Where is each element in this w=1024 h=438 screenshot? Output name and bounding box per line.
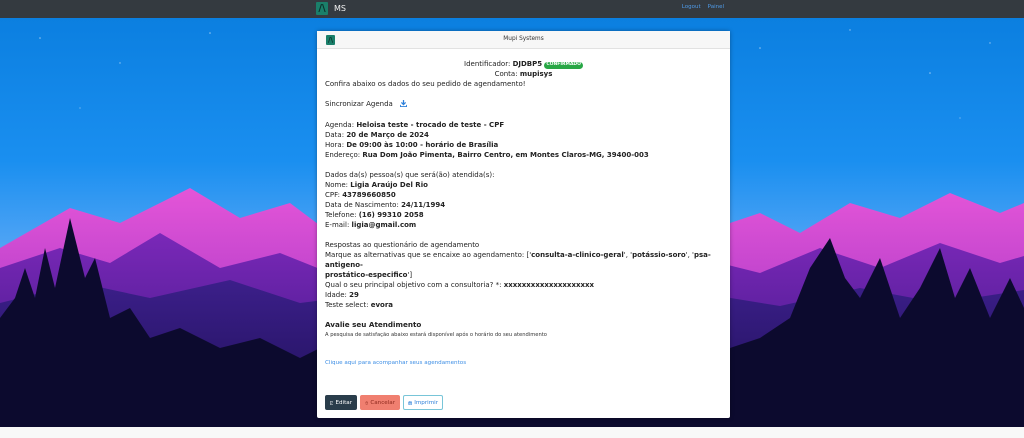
nascimento-value: 24/11/1994 [401, 201, 446, 209]
cancel-label: Cancelar [370, 399, 395, 406]
select-value: evora [370, 301, 394, 309]
brand-name: MS [334, 4, 346, 13]
account-value: mupisys [519, 70, 553, 78]
email-row: E-mail: ligia@gmail.com [325, 220, 722, 230]
idade-row: Idade: 29 [325, 290, 722, 300]
data-row: Data: 20 de Março de 2024 [325, 130, 722, 140]
account-line: Conta: mupisys [325, 69, 722, 79]
nav-links: Logout Painel [682, 4, 724, 10]
q1-option-3b: prostático-especifico [325, 271, 408, 279]
card-header: /\ Mupi Systems [317, 31, 730, 49]
agenda-label: Agenda: [325, 121, 355, 129]
telefone-row: Telefone: (16) 99310 2058 [325, 210, 722, 220]
card-body: Identificador: DJDBP5 CONFIRMADO Conta: … [317, 59, 730, 368]
select-row: Teste select: evora [325, 300, 722, 310]
identifier-label: Identificador: [464, 60, 511, 68]
q1-close: '] [407, 271, 413, 279]
nascimento-label: Data de Nascimento: [325, 201, 399, 209]
nome-value: Ligia Araújo Del Rio [350, 181, 428, 189]
print-button[interactable]: Imprimir [403, 395, 443, 410]
cpf-row: CPF: 43789660850 [325, 190, 722, 200]
hora-label: Hora: [325, 141, 345, 149]
data-label: Data: [325, 131, 345, 139]
q2-row: Qual o seu principal objetivo com a cons… [325, 280, 722, 290]
print-label: Imprimir [414, 399, 438, 406]
panel-link[interactable]: Painel [708, 4, 724, 10]
print-icon [408, 400, 413, 405]
edit-button[interactable]: Editar [325, 395, 357, 410]
identifier-value: DJDBP5 [512, 60, 543, 68]
nascimento-row: Data de Nascimento: 24/11/1994 [325, 200, 722, 210]
q1-option-1: consulta-a-clinico-geral [531, 251, 624, 259]
agenda-row: Agenda: Heloisa teste - trocado de teste… [325, 120, 722, 130]
logout-link[interactable]: Logout [682, 4, 701, 10]
data-value: 20 de Março de 2024 [346, 131, 429, 139]
brand-logo-letter: /\ [318, 2, 326, 14]
appointment-card: /\ Mupi Systems Identificador: DJDBP5 CO… [317, 31, 730, 418]
q1-row: Marque as alternativas que se encaixe ao… [325, 250, 722, 280]
telefone-label: Telefone: [325, 211, 357, 219]
person-details: Dados da(s) pessoa(s) que será(ão) atend… [325, 170, 722, 230]
rating-section: Avalie seu Atendimento A pesquisa de sat… [325, 320, 722, 340]
track-link-wrapper: Clique aqui para acompanhar seus agendam… [325, 357, 722, 368]
nome-row: Nome: Ligia Araújo Del Rio [325, 180, 722, 190]
idade-label: Idade: [325, 291, 347, 299]
hora-value: De 09:00 às 10:00 - horário de Brasília [346, 141, 499, 149]
email-label: E-mail: [325, 221, 350, 229]
person-section-title: Dados da(s) pessoa(s) que será(ão) atend… [325, 171, 495, 179]
hora-row: Hora: De 09:00 às 10:00 - horário de Bra… [325, 140, 722, 150]
select-label: Teste select: [325, 301, 369, 309]
intro-text: Confira abaixo os dados do seu pedido de… [325, 80, 526, 88]
trash-icon [365, 401, 368, 405]
identifier-line: Identificador: DJDBP5 CONFIRMADO [325, 59, 722, 69]
cancel-button[interactable]: Cancelar [360, 395, 400, 410]
footer-strip [0, 427, 1024, 438]
questionnaire-answers: Respostas ao questionário de agendamento… [325, 240, 722, 310]
q1-label: Marque as alternativas que se encaixe ao… [325, 251, 525, 259]
endereco-label: Endereço: [325, 151, 361, 159]
q1-sep-1: ', ' [623, 251, 633, 259]
edit-label: Editar [335, 399, 352, 406]
cpf-label: CPF: [325, 191, 340, 199]
top-navbar: /\ MS Logout Painel [0, 0, 1024, 18]
q1-sep-2: ', ' [685, 251, 694, 259]
q1-option-2: potássio-soro [632, 251, 686, 259]
track-appointments-link[interactable]: Clique aqui para acompanhar seus agendam… [325, 360, 466, 366]
rating-title: Avalie seu Atendimento [325, 320, 422, 329]
idade-value: 29 [349, 291, 359, 299]
action-buttons: Editar Cancelar Imprimir [325, 395, 443, 410]
email-value: ligia@gmail.com [351, 221, 417, 229]
edit-icon [330, 400, 334, 405]
status-badge: CONFIRMADO [544, 62, 583, 69]
brand[interactable]: /\ MS [316, 2, 346, 15]
endereco-value: Rua Dom João Pimenta, Bairro Centro, em … [362, 151, 649, 159]
sync-label: Sincronizar Agenda [325, 100, 393, 108]
brand-logo: /\ [316, 2, 328, 15]
telefone-value: (16) 99310 2058 [358, 211, 424, 219]
questionnaire-title: Respostas ao questionário de agendamento [325, 241, 480, 249]
agenda-value: Heloisa teste - trocado de teste - CPF [356, 121, 505, 129]
rating-note: A pesquisa de satisfação abaixo estará d… [325, 332, 547, 338]
card-title: Mupi Systems [503, 36, 544, 42]
account-label: Conta: [494, 70, 518, 78]
download-icon-graphic [399, 100, 408, 108]
booking-details: Agenda: Heloisa teste - trocado de teste… [325, 120, 722, 160]
download-icon[interactable] [399, 100, 408, 110]
q2-value: xxxxxxxxxxxxxxxxxxxx [503, 281, 595, 289]
q2-label: Qual o seu principal objetivo com a cons… [325, 281, 502, 289]
endereco-row: Endereço: Rua Dom João Pimenta, Bairro C… [325, 150, 722, 160]
nome-label: Nome: [325, 181, 349, 189]
cpf-value: 43789660850 [342, 191, 396, 199]
sync-agenda[interactable]: Sincronizar Agenda [325, 99, 722, 110]
